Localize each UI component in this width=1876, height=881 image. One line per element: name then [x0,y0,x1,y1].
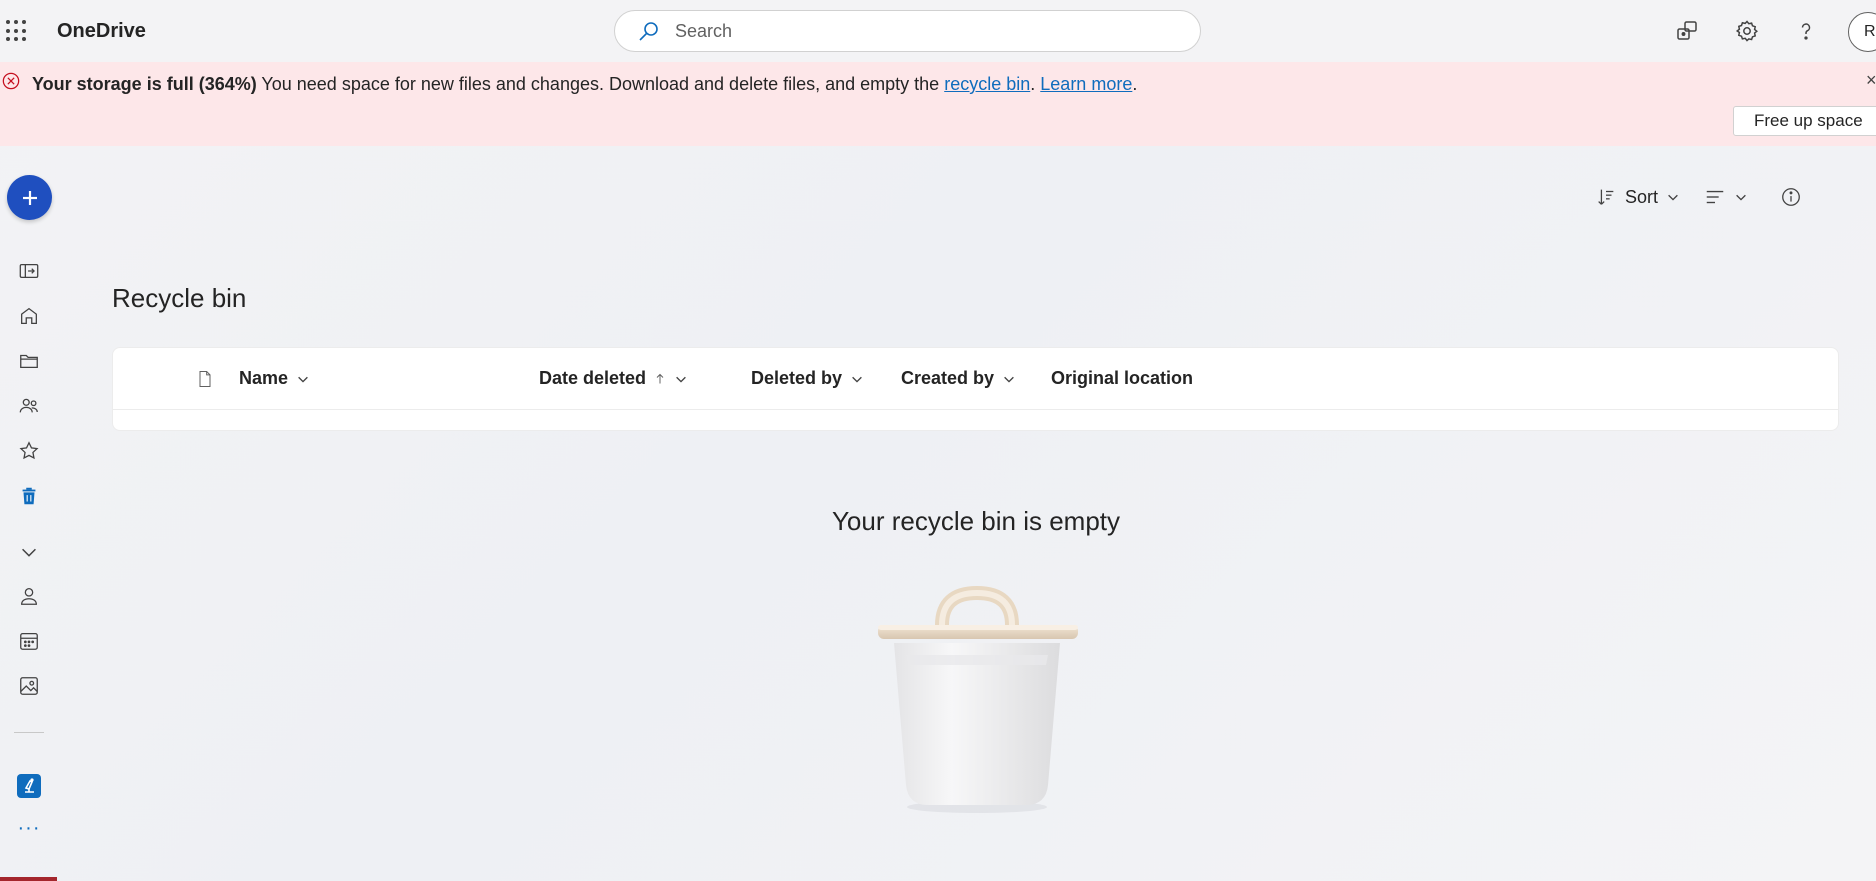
column-header-label: Name [239,368,289,388]
person-icon[interactable] [17,584,41,608]
banner-message: Your storage is full (364%) You need spa… [32,74,1137,95]
app-launcher-icon[interactable] [6,20,28,42]
column-header-name[interactable]: Name [239,368,310,389]
column-header-deleted-by[interactable]: Deleted by [751,368,864,389]
chevron-down-icon [852,376,862,383]
toggle-navigation-icon[interactable] [17,259,41,283]
chevron-down-icon [676,376,686,383]
list-view-icon [1706,190,1724,204]
table-header-row: Name Date deleted Deleted by Created by … [113,348,1838,410]
top-bar: OneDrive R [0,0,1876,62]
banner-period: . [1030,74,1036,94]
column-header-original-location[interactable]: Original location [1051,368,1193,389]
close-icon[interactable]: × [1866,70,1876,91]
info-icon[interactable] [1780,186,1802,213]
sort-label: Sort [1625,186,1659,207]
column-header-created-by[interactable]: Created by [901,368,1016,389]
file-list-table: Name Date deleted Deleted by Created by … [112,347,1839,431]
column-header-label: Created by [901,368,995,388]
error-icon [2,72,20,90]
rail-bottom-bar [0,877,57,881]
empty-trash-bin-illustration [878,585,1078,813]
column-header-label: Date deleted [539,368,647,388]
chevron-down-icon [1736,194,1746,201]
banner-title: Your storage is full (364%) [32,74,257,94]
search-input[interactable] [675,20,1155,42]
plus-icon [22,190,37,205]
app-name[interactable]: OneDrive [57,20,146,43]
page-title: Recycle bin [112,283,247,313]
banner-period: . [1132,74,1138,94]
gear-icon[interactable] [1733,17,1761,45]
column-header-label: Original location [1051,368,1194,388]
sort-button[interactable]: Sort [1595,186,1680,208]
search-icon [639,22,658,41]
sort-ascending-arrow-icon [656,373,664,383]
rail-divider [14,732,44,733]
free-up-space-button[interactable]: Free up space [1733,106,1876,136]
file-type-icon [195,368,215,395]
sort-icon [1598,189,1614,205]
banner-body: You need space for new files and changes… [256,74,945,94]
search-box[interactable] [614,10,1201,52]
more-icon[interactable]: ··· [17,816,41,840]
column-header-date-deleted[interactable]: Date deleted [539,368,688,389]
column-header-label: Deleted by [751,368,843,388]
chevron-down-icon [1668,194,1678,201]
calendar-icon[interactable] [17,629,41,653]
app-tile-icon[interactable] [17,774,41,798]
avatar[interactable]: R [1848,12,1876,52]
learn-more-link[interactable]: Learn more [1040,74,1132,94]
help-icon[interactable] [1792,17,1820,45]
home-icon[interactable] [17,304,41,328]
empty-state-message: Your recycle bin is empty [831,506,1121,536]
favorites-star-icon[interactable] [17,439,41,463]
chevron-down-icon[interactable] [17,540,41,564]
chevron-down-icon [1004,376,1014,383]
share-feedback-icon[interactable] [1673,17,1701,45]
create-new-button[interactable] [7,175,52,220]
shared-people-icon[interactable] [17,394,41,418]
photos-icon[interactable] [17,674,41,698]
view-options-button[interactable] [1704,186,1748,208]
recycle-bin-link[interactable]: recycle bin [944,74,1030,94]
my-files-folder-icon[interactable] [17,349,41,373]
storage-full-banner: Your storage is full (364%) You need spa… [0,62,1876,146]
chevron-down-icon [298,376,308,383]
recycle-bin-icon[interactable] [17,484,41,508]
